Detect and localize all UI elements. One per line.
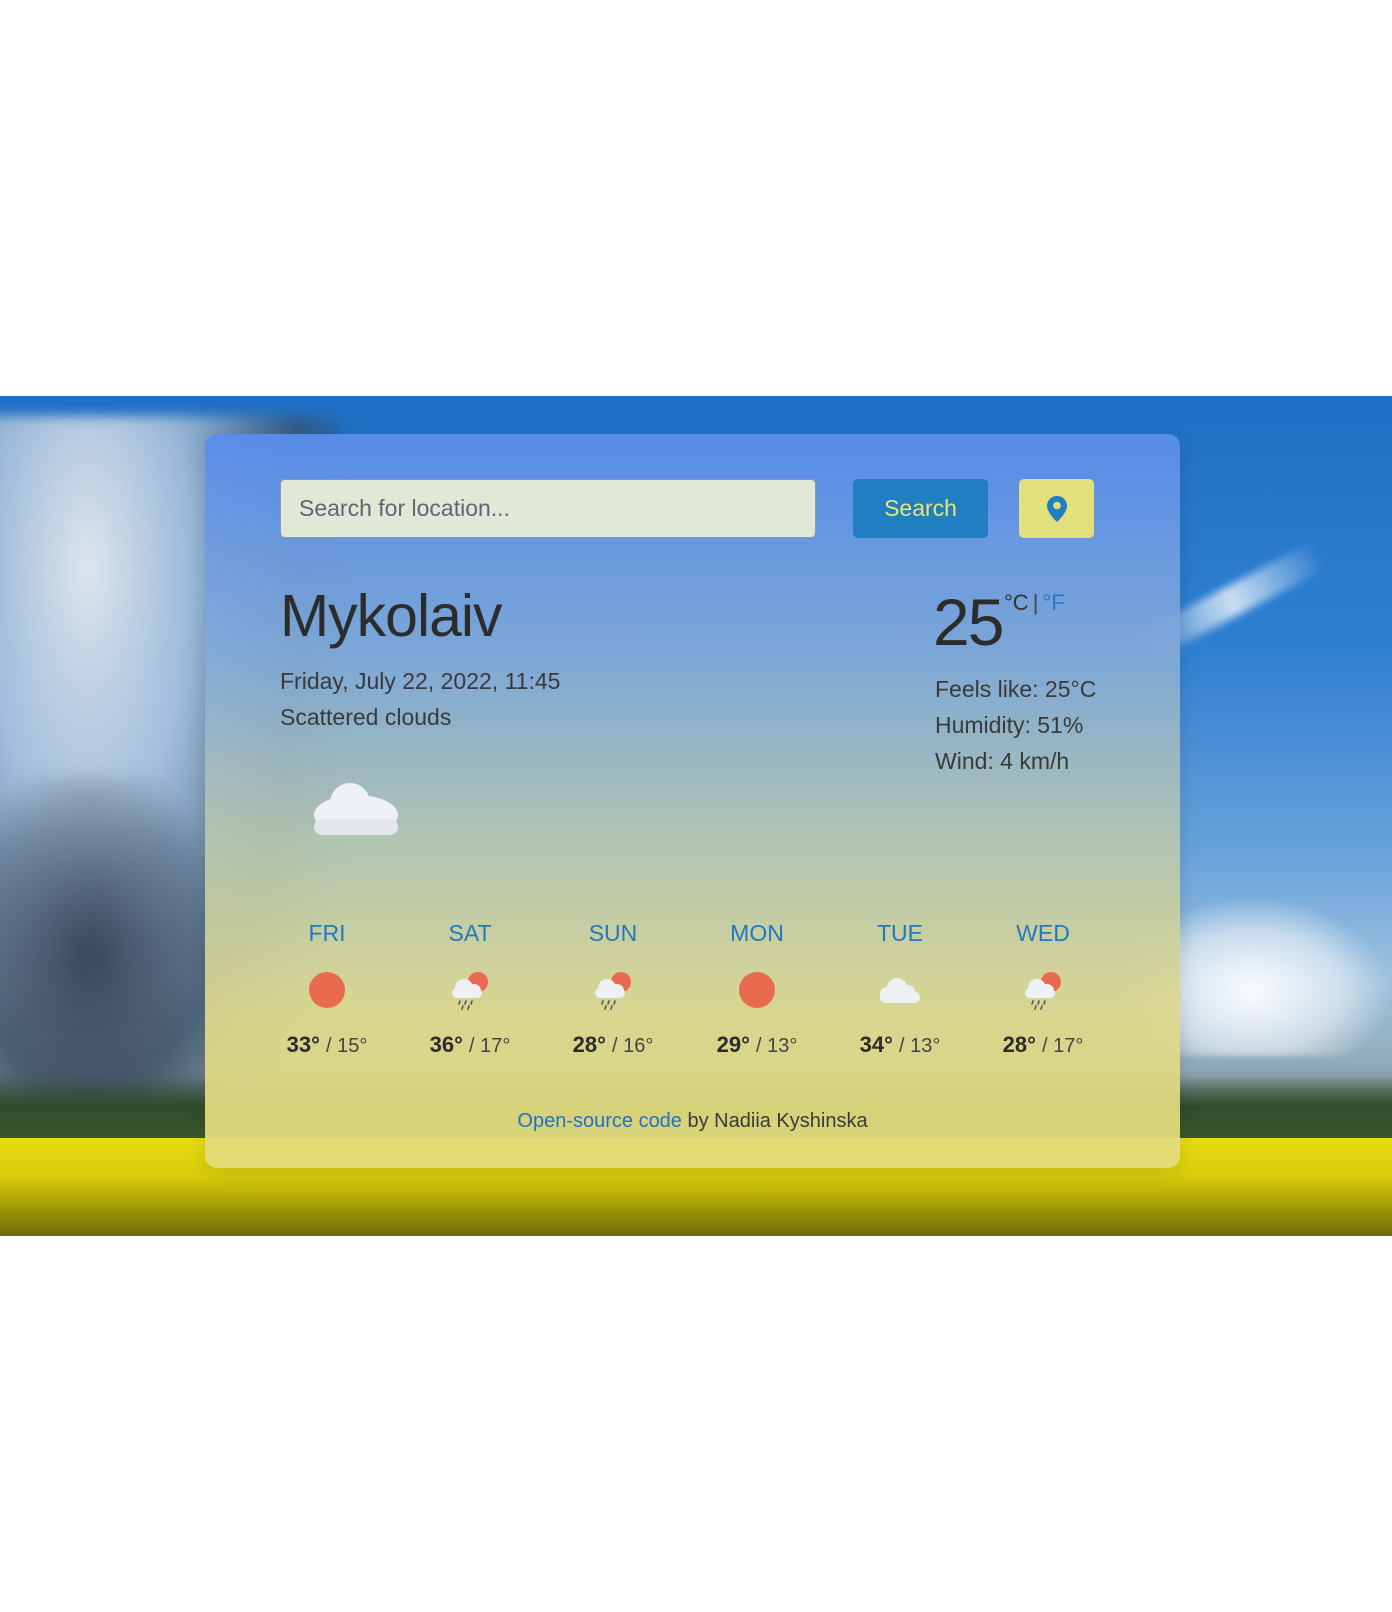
- current-temperature: 25: [933, 585, 1004, 659]
- unit-separator: |: [1032, 590, 1039, 615]
- forecast-day-name: TUE: [877, 920, 923, 946]
- fahrenheit-link[interactable]: °F: [1042, 590, 1064, 615]
- forecast-min: / 16°: [612, 1035, 654, 1057]
- forecast-max: 28°: [1002, 1032, 1036, 1057]
- author-credit: by Nadiia Kyshinska: [687, 1110, 868, 1132]
- forecast-day-name: WED: [1016, 920, 1070, 946]
- forecast-day-name: SUN: [588, 920, 638, 946]
- footer: Open-source code by Nadiia Kyshinska: [205, 1110, 1180, 1133]
- forecast-min: / 13°: [756, 1035, 798, 1057]
- forecast-max: 34°: [859, 1032, 893, 1057]
- forecast-list: FRI 33° / 15° SAT 36° / 17° SUN 28° / 16…: [267, 920, 1127, 1080]
- celsius-link[interactable]: °C: [1004, 590, 1029, 615]
- feels-like: Feels like: 25°C: [935, 676, 1097, 702]
- weather-card: Search Mykolaiv Friday, July 22, 2022, 1…: [205, 434, 1180, 1168]
- forecast-day-name: SAT: [448, 920, 492, 946]
- humidity: Humidity: 51%: [935, 712, 1084, 738]
- weather-details: Feels like: 25°C Humidity: 51% Wind: 4 k…: [935, 676, 1096, 784]
- weather-description: Scattered clouds: [280, 704, 452, 730]
- forecast-day: TUE 34° / 13°: [840, 920, 960, 1058]
- wind-speed: Wind: 4 km/h: [935, 748, 1070, 774]
- cloud-icon: [314, 783, 398, 835]
- forecast-max: 28°: [572, 1032, 606, 1057]
- rain-sun-icon: [595, 972, 631, 1010]
- forecast-day: FRI 33° / 15°: [267, 920, 387, 1058]
- source-code-link[interactable]: Open-source code: [517, 1110, 682, 1132]
- forecast-max: 36°: [429, 1032, 463, 1057]
- forecast-min: / 17°: [469, 1035, 511, 1057]
- forecast-day-name: FRI: [308, 920, 346, 946]
- map-pin-icon: [1046, 495, 1067, 522]
- forecast-day: MON 29° / 13°: [697, 920, 817, 1058]
- cloud-icon: [880, 978, 920, 1003]
- forecast-day-name: MON: [730, 920, 784, 946]
- forecast-day: SAT 36° / 17°: [410, 920, 530, 1058]
- rain-sun-icon: [1025, 972, 1061, 1010]
- forecast-day: WED 28° / 17°: [983, 920, 1103, 1058]
- forecast-min: / 13°: [899, 1035, 941, 1057]
- search-button[interactable]: Search: [853, 479, 988, 538]
- unit-toggle: °C | °F: [1004, 590, 1065, 616]
- forecast-day: SUN 28° / 16°: [553, 920, 673, 1058]
- search-input[interactable]: [280, 479, 816, 538]
- rain-sun-icon: [452, 972, 488, 1010]
- city-name: Mykolaiv: [280, 583, 502, 649]
- forecast-max: 33°: [286, 1032, 320, 1057]
- forecast-max: 29°: [716, 1032, 750, 1057]
- forecast-min: / 15°: [326, 1035, 368, 1057]
- forecast-min: / 17°: [1042, 1035, 1084, 1057]
- current-datetime: Friday, July 22, 2022, 11:45: [280, 668, 561, 694]
- sun-icon: [739, 972, 775, 1008]
- current-location-button[interactable]: [1019, 479, 1094, 538]
- sun-icon: [309, 972, 345, 1008]
